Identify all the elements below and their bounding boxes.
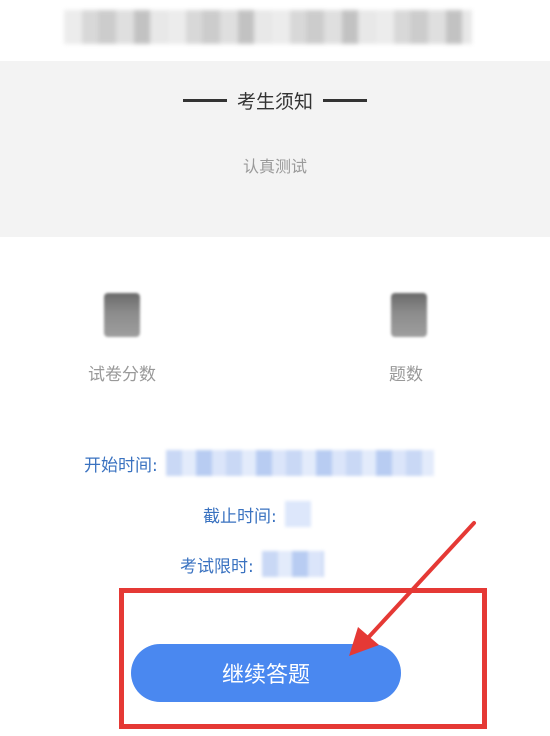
questions-icon bbox=[391, 293, 427, 337]
time-limit-label: 考试限时: bbox=[180, 556, 254, 577]
time-limit-value-blurred bbox=[261, 551, 324, 577]
notice-title-row: 考生须知 bbox=[0, 86, 550, 114]
start-time-value-blurred bbox=[165, 450, 434, 476]
start-time-label: 开始时间: bbox=[84, 455, 158, 476]
end-time-value-blurred bbox=[284, 501, 311, 527]
start-time-row: 开始时间: bbox=[84, 450, 434, 476]
end-time-row: 截止时间: bbox=[203, 501, 311, 527]
title-left-dash bbox=[182, 98, 227, 102]
score-icon bbox=[104, 293, 140, 337]
continue-answer-button[interactable]: 继续答题 bbox=[131, 644, 401, 702]
page-title-blurred bbox=[64, 10, 472, 44]
notice-subtitle: 认真测试 bbox=[242, 157, 307, 176]
title-right-dash bbox=[323, 98, 367, 102]
end-time-label: 截止时间: bbox=[203, 506, 277, 527]
score-label: 试卷分数 bbox=[88, 365, 156, 385]
time-limit-row: 考试限时: bbox=[180, 551, 324, 577]
questions-label: 题数 bbox=[389, 365, 423, 385]
exam-intro-page: 考生须知 认真测试 试卷分数 题数 开始时间: 截止时间: 考试限时: 继续答题 bbox=[0, 0, 550, 736]
notice-title: 考生须知 bbox=[236, 90, 313, 113]
